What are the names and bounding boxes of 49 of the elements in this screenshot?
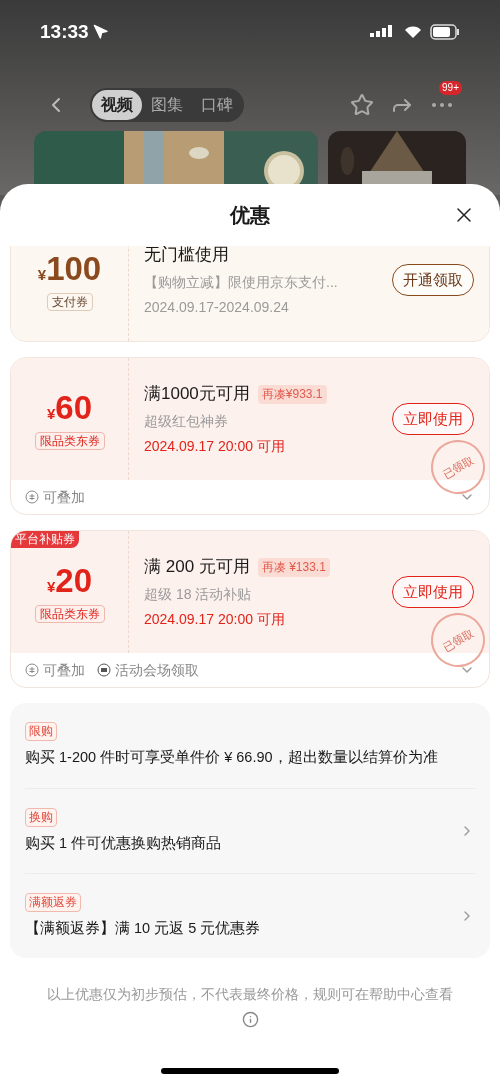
wifi-icon [404,25,422,39]
coupon-type: 限品类东券 [34,432,105,450]
coupon-description: 超级 18 活动补贴 [144,584,253,604]
coupon-feature: 活动会场领取 [115,660,199,680]
media-tab[interactable]: 图集 [142,90,192,120]
coupon-button[interactable]: 立即使用 [392,402,474,436]
coupon-amount: 20 [55,561,93,601]
coupon-button[interactable]: 立即使用 [392,575,474,609]
sheet-title: 优惠 [230,203,270,228]
promotion-text: 【满额返券】满 10 元返 5 元优惠券 [25,918,261,938]
coupon-type: 限品类东券 [34,605,105,623]
status-time: 13:33 [40,19,89,44]
coupon-title: 满 200 元可用 [144,556,250,579]
coupon-description: 【购物立减】限使用京东支付... [144,272,339,292]
promotion-tag: 满额返券 [25,892,81,912]
coupon-type: 支付券 [46,293,93,311]
location-icon [92,24,109,40]
media-tab[interactable]: 视频 [92,90,142,120]
coupon-button[interactable]: 开通领取 [392,263,474,297]
coupon-amount: 100 [46,249,102,289]
promotion-text: 购买 1-200 件时可享受单件价 ¥ 66.90，超出数量以结算价为准 [25,748,438,768]
coupon-date: 2024.09.17 20:00 可用 [144,436,286,456]
currency-symbol: ¥ [46,405,56,424]
more-icon[interactable] [432,103,452,107]
star-icon[interactable] [350,93,374,117]
promotion-text: 购买 1 件可优惠换购热销商品 [25,833,222,853]
promotion-tag: 限购 [25,722,57,742]
notification-badge: 99+ [439,81,462,95]
info-icon[interactable] [241,1011,259,1029]
coupon-amount: 60 [55,388,93,428]
coupon-date: 2024.09.17 20:00 可用 [144,609,286,629]
remaining-amount: 再凑 ¥133.1 [257,557,330,577]
media-tab[interactable]: 口碑 [192,90,242,120]
ticket-icon [97,663,111,677]
battery-icon [430,24,460,40]
coupon-feature: 可叠加 [43,660,85,680]
disclaimer-text: 以上优惠仅为初步预估，不代表最终价格，规则可在帮助中心查看 [46,986,454,1004]
currency-symbol: ¥ [37,266,47,285]
coupon-feature: 可叠加 [43,487,85,507]
coupon-description: 超级红包神券 [144,411,229,431]
remaining-amount: 再凑¥933.1 [257,384,327,404]
stack-icon [25,663,39,677]
coupon-title: 无门槛使用 [144,246,229,267]
coupon-title: 满1000元可用 [144,383,250,406]
promotion-tag: 换购 [25,807,57,827]
stack-icon [25,490,39,504]
corner-badge: 平台补贴券 [11,531,79,548]
coupon-date: 2024.09.17-2024.09.24 [144,297,290,317]
currency-symbol: ¥ [46,578,56,597]
